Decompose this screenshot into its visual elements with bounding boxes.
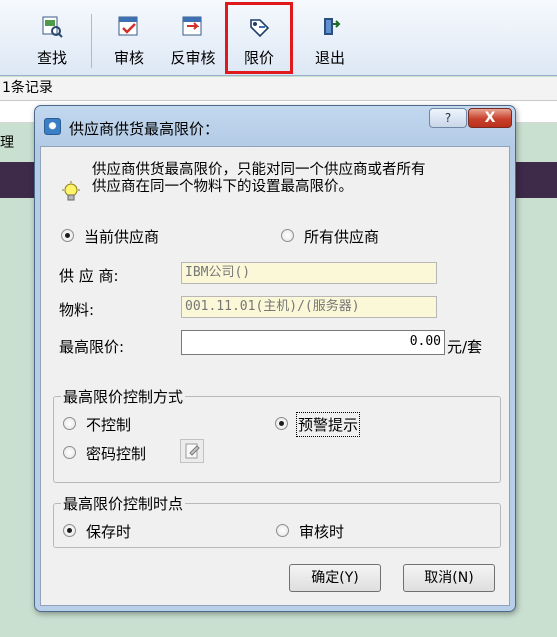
dialog-app-icon — [44, 118, 61, 135]
toolbar-label-exit: 退出 — [314, 49, 345, 67]
radio-on-save-label: 保存时 — [86, 523, 132, 541]
radio-all-suppliers-label: 所有供应商 — [304, 228, 380, 246]
max-price-dialog: 供应商供货最高限价： ? X 供应商供货最高限价，只能对同一个供应商或者所有 供… — [34, 105, 516, 612]
radio-password-control[interactable] — [63, 446, 76, 459]
dialog-title: 供应商供货最高限价： — [69, 120, 220, 138]
record-count-text: 1条记录 — [2, 80, 53, 96]
control-mode-legend: 最高限价控制方式 — [61, 386, 186, 407]
supplier-field[interactable]: IBM公司() — [181, 262, 437, 284]
document-edit-icon — [185, 443, 200, 459]
main-toolbar: 查找 审核 反审核 限价 退出 — [0, 0, 557, 76]
cancel-button[interactable]: 取消(N) — [403, 564, 495, 592]
lightbulb-icon — [62, 181, 80, 201]
toolbar-button-audit[interactable]: 审核 — [105, 4, 153, 70]
material-label: 物料: — [59, 301, 95, 319]
record-count-bar: 1条记录 — [0, 77, 557, 101]
supplier-label: 供 应 商: — [59, 267, 119, 285]
toolbar-button-unaudit[interactable]: 反审核 — [165, 4, 221, 70]
search-doc-icon — [42, 16, 63, 38]
password-settings-button[interactable] — [180, 439, 204, 463]
radio-all-suppliers[interactable] — [281, 229, 294, 242]
toolbar-label-audit: 审核 — [113, 49, 144, 67]
close-button[interactable]: X — [468, 108, 512, 128]
radio-password-control-label: 密码控制 — [86, 445, 147, 463]
dialog-body: 供应商供货最高限价，只能对同一个供应商或者所有 供应商在同一个物料下的设置最高限… — [40, 146, 510, 606]
description-line-2: 供应商在同一个物料下的设置最高限价。 — [92, 179, 353, 195]
description-text: 供应商供货最高限价，只能对同一个供应商或者所有 供应商在同一个物料下的设置最高限… — [92, 162, 512, 196]
audit-icon — [118, 16, 138, 36]
radio-no-control[interactable] — [63, 417, 76, 430]
radio-on-audit[interactable] — [276, 524, 289, 537]
help-button[interactable]: ? — [429, 108, 467, 128]
toolbar-separator — [91, 14, 92, 68]
background-cut-label: 理 — [0, 135, 14, 151]
max-price-label: 最高限价: — [59, 338, 125, 356]
toolbar-button-limit-price[interactable]: 限价 — [225, 2, 293, 74]
material-field[interactable]: 001.11.01(主机)/(服务器) — [181, 296, 437, 318]
max-price-input[interactable]: 0.00 — [181, 330, 445, 355]
radio-warning-label: 预警提示 — [295, 412, 361, 437]
radio-no-control-label: 不控制 — [86, 416, 132, 434]
limit-price-icon — [250, 19, 270, 38]
radio-on-audit-label: 审核时 — [299, 523, 345, 541]
unaudit-icon — [182, 16, 202, 36]
toolbar-button-find[interactable]: 查找 — [28, 4, 76, 70]
description-line-1: 供应商供货最高限价，只能对同一个供应商或者所有 — [92, 162, 426, 178]
control-timing-legend: 最高限价控制时点 — [61, 493, 186, 514]
toolbar-label-limit-price: 限价 — [243, 49, 274, 67]
exit-door-icon — [324, 18, 341, 35]
toolbar-button-exit[interactable]: 退出 — [306, 4, 354, 70]
price-unit: 元/套 — [447, 338, 483, 356]
radio-current-supplier-label: 当前供应商 — [84, 228, 160, 246]
control-mode-group — [53, 396, 501, 483]
radio-current-supplier[interactable] — [61, 229, 74, 242]
ok-button[interactable]: 确定(Y) — [289, 564, 381, 592]
radio-warning[interactable] — [275, 417, 288, 430]
toolbar-label-find: 查找 — [36, 49, 67, 67]
toolbar-label-unaudit: 反审核 — [170, 49, 216, 67]
radio-on-save[interactable] — [63, 524, 76, 537]
